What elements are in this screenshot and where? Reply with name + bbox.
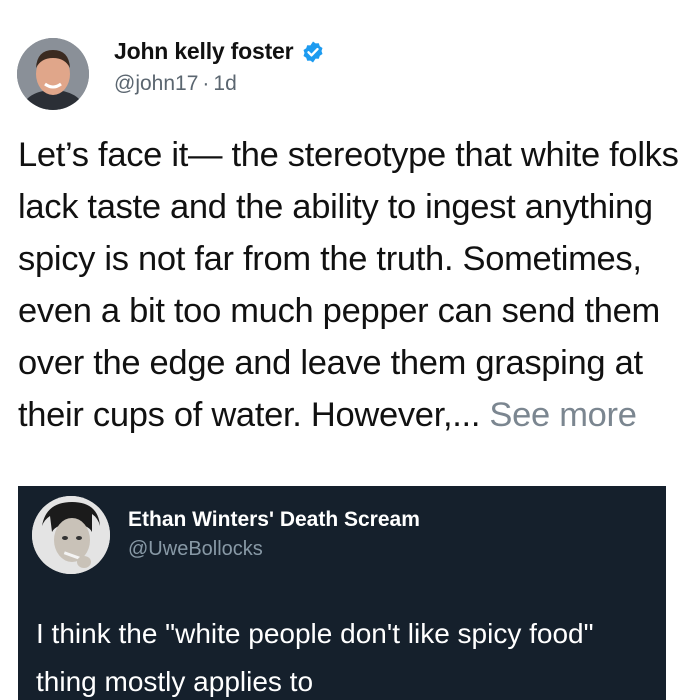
tweet-text: Let’s face it— the stereotype that white… xyxy=(18,129,690,441)
quoted-tweet-text: I think the "white people don't like spi… xyxy=(36,618,594,697)
author-name-row: John kelly foster xyxy=(114,38,325,65)
quoted-display-name[interactable]: Ethan Winters' Death Scream xyxy=(128,508,420,532)
author-meta: @john17 · 1d xyxy=(114,72,241,96)
author-handle[interactable]: @john17 xyxy=(114,72,198,95)
quoted-avatar[interactable] xyxy=(32,496,110,574)
author-display-name[interactable]: John kelly foster xyxy=(114,38,294,65)
tweet-body-text: Let’s face it— the stereotype that white… xyxy=(18,136,679,434)
quoted-handle[interactable]: @UweBollocks xyxy=(128,538,263,561)
meta-separator: · xyxy=(202,72,210,95)
avatar[interactable] xyxy=(17,38,89,110)
verified-badge-icon xyxy=(301,40,325,64)
quoted-tweet-card[interactable]: Ethan Winters' Death Scream @UweBollocks… xyxy=(18,486,666,700)
see-more-link[interactable]: See more xyxy=(489,396,636,434)
tweet-timestamp[interactable]: 1d xyxy=(213,72,236,95)
